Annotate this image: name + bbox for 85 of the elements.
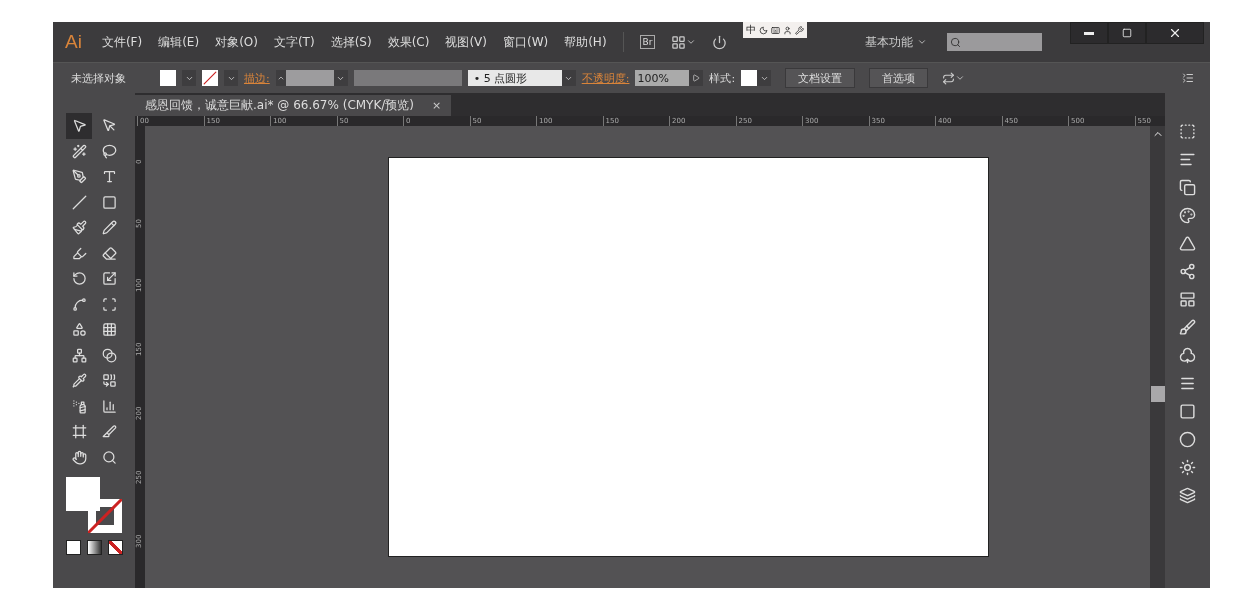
user-icon[interactable]: [783, 25, 792, 35]
close-icon: [1168, 26, 1182, 40]
document-title: 感恩回馈，诚意巨献.ai* @ 66.67% (CMYK/预览): [145, 97, 415, 114]
club-icon[interactable]: [1179, 347, 1196, 364]
menu-item[interactable]: 视图(V): [437, 33, 495, 51]
paintbrush-icon: [71, 220, 87, 236]
app-logo: Ai: [64, 31, 83, 53]
stroke-spinner[interactable]: [275, 70, 286, 86]
document-tab[interactable]: 感恩回馈，诚意巨献.ai* @ 66.67% (CMYK/预览) ×: [135, 95, 452, 116]
panel-menu-icon[interactable]: [1182, 72, 1194, 84]
brushes-icon[interactable]: [1179, 319, 1196, 336]
vertical-scrollbar[interactable]: [1150, 126, 1165, 588]
keyboard-icon[interactable]: [771, 25, 780, 35]
pencil-icon: [101, 220, 117, 236]
align-icon[interactable]: [1179, 151, 1196, 168]
zoom-icon: [101, 449, 117, 465]
scale-icon: [101, 271, 117, 287]
moon-icon[interactable]: [759, 25, 768, 35]
menu-item[interactable]: 对象(O): [207, 33, 266, 51]
bar-chart-icon: [101, 398, 117, 414]
scroll-thumb[interactable]: [1150, 386, 1165, 402]
menu-item[interactable]: 编辑(E): [150, 33, 208, 51]
menu-item[interactable]: 选择(S): [322, 33, 380, 51]
hand-icon: [71, 449, 87, 465]
blob-brush-icon: [71, 245, 87, 261]
style-label: 样式:: [709, 70, 736, 86]
stroke-icon[interactable]: [1179, 375, 1196, 392]
style-swatch[interactable]: [741, 70, 758, 86]
lasso-icon: [101, 143, 117, 159]
spray-can-icon: [71, 398, 87, 414]
tab-close-button[interactable]: ×: [432, 99, 442, 112]
arrange-documents-icon[interactable]: [671, 34, 697, 50]
palette-icon[interactable]: [1179, 207, 1196, 224]
type-icon: [101, 169, 117, 185]
minimize-icon: [1084, 31, 1094, 35]
magic-wand-icon: [71, 143, 87, 159]
shapes-icon: [71, 322, 87, 338]
menu-item[interactable]: 效果(C): [379, 33, 438, 51]
pointer-icon: [71, 118, 87, 134]
fill-color-swatch[interactable]: [66, 477, 100, 511]
artboard-icon: [71, 424, 87, 440]
eyedropper-icon: [71, 373, 87, 389]
ime-language-label[interactable]: 中: [746, 23, 756, 37]
menu-item[interactable]: 文字(T): [265, 33, 323, 51]
caret-icon: [917, 37, 928, 47]
fill-swatch[interactable]: [160, 70, 176, 86]
search-icon: [950, 36, 962, 48]
solid-pointer-icon: [101, 118, 117, 134]
stroke-none-swatch[interactable]: [202, 70, 218, 86]
layers-icon[interactable]: [1179, 487, 1196, 504]
warp-icon: [71, 296, 87, 312]
help-search-field[interactable]: [947, 33, 1043, 51]
menu-item[interactable]: 文件(F): [93, 33, 151, 51]
nodes-icon[interactable]: [1179, 263, 1196, 280]
knife-icon: [101, 424, 117, 440]
triangle-icon[interactable]: [1179, 235, 1196, 252]
close-button[interactable]: [1146, 22, 1204, 44]
toolbar-button[interactable]: 首选项: [869, 68, 929, 88]
selection-status: 未选择对象: [71, 70, 126, 86]
eraser-icon: [101, 245, 117, 261]
menu-item[interactable]: 窗口(W): [494, 33, 557, 51]
rectangle-icon: [101, 194, 117, 210]
tool-button[interactable]: [66, 113, 92, 139]
opacity-field[interactable]: 100%: [635, 70, 690, 86]
maximize-button[interactable]: [1108, 22, 1146, 44]
gradient-mode-button[interactable]: [86, 540, 102, 555]
variable-width-field[interactable]: [353, 70, 462, 86]
free-transform-icon: [101, 296, 117, 312]
grid-icon: [101, 322, 117, 338]
brush-definition-field[interactable]: • 5 点圆形: [467, 70, 562, 86]
bridge-button[interactable]: Br: [639, 35, 656, 49]
transform-icon[interactable]: [1179, 123, 1196, 140]
color-mode-button[interactable]: [65, 540, 81, 555]
toolbar-button[interactable]: 文档设置: [785, 68, 856, 88]
stroke-weight-field[interactable]: [285, 70, 334, 86]
line-icon: [71, 194, 87, 210]
maximize-icon: [1122, 28, 1132, 38]
rotate-icon: [71, 271, 87, 287]
sync-power-icon[interactable]: [712, 34, 728, 50]
pen-icon: [71, 169, 87, 185]
workspace-switcher[interactable]: 基本功能: [865, 33, 928, 51]
menu-item[interactable]: 帮助(H): [556, 33, 615, 51]
wrench-icon[interactable]: [795, 25, 804, 35]
minimize-button[interactable]: [1070, 22, 1108, 44]
none-mode-button[interactable]: [107, 540, 123, 555]
